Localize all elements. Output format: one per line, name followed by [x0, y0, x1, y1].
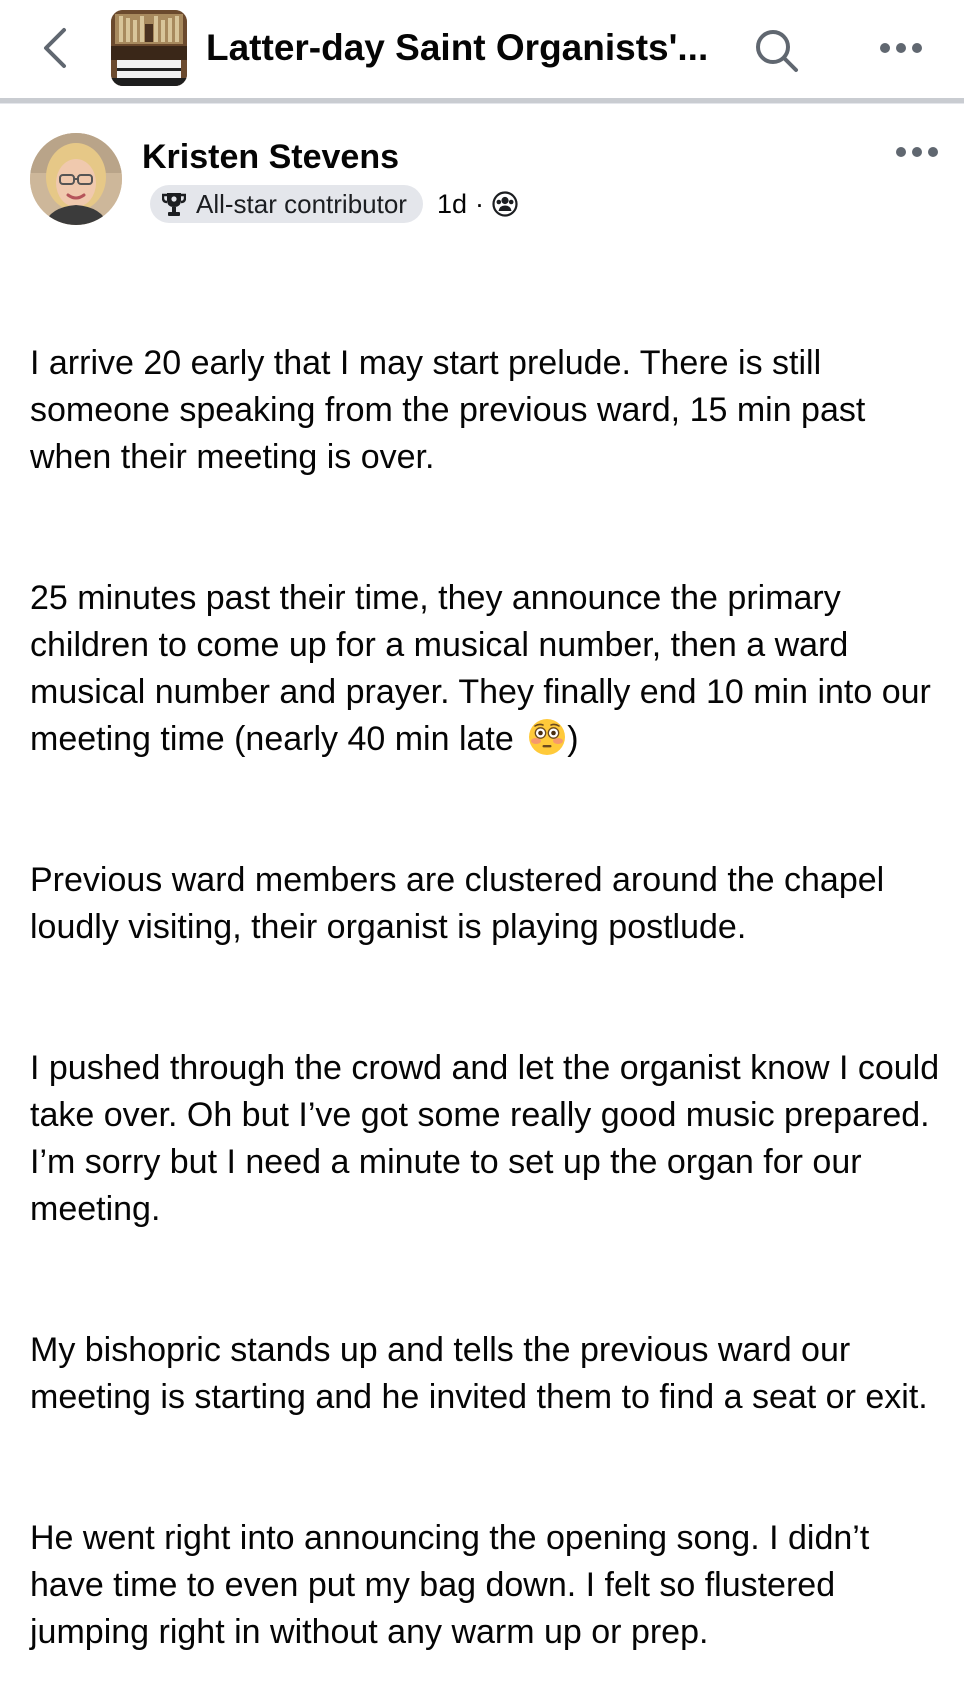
group-privacy-icon[interactable]: [492, 191, 518, 217]
flushed-face-emoji: [527, 717, 567, 757]
post-paragraph: 25 minutes past their time, they announc…: [30, 575, 950, 763]
top-bar: Latter-day Saint Organists'...: [0, 0, 964, 98]
header-divider: [0, 98, 964, 104]
organ-image: [111, 10, 187, 86]
post-paragraph: My bishopric stands up and tells the pre…: [30, 1331, 928, 1416]
avatar[interactable]: [30, 133, 122, 225]
search-icon: [756, 30, 798, 72]
post-paragraph: He went right into announcing the openin…: [30, 1519, 879, 1651]
back-button[interactable]: [30, 20, 80, 76]
post-paragraph-tail: ): [567, 720, 579, 758]
contributor-badge[interactable]: All-star contributor: [150, 185, 423, 223]
author-name[interactable]: Kristen Stevens: [142, 136, 399, 178]
post-paragraph: I pushed through the crowd and let the o…: [30, 1049, 949, 1228]
search-button[interactable]: [748, 22, 804, 78]
more-horizontal-icon: [896, 147, 938, 157]
post-more-button[interactable]: [882, 132, 952, 172]
badge-label: All-star contributor: [196, 188, 407, 219]
group-title[interactable]: Latter-day Saint Organists'...: [206, 24, 716, 72]
group-more-button[interactable]: [866, 28, 936, 68]
post-paragraph: I arrive 20 early that I may start prelu…: [30, 344, 875, 476]
trophy-icon: [162, 191, 186, 217]
post-paragraph: Previous ward members are clustered arou…: [30, 861, 894, 946]
post-body: I arrive 20 early that I may start prelu…: [30, 246, 950, 1703]
meta-separator: ·: [475, 188, 485, 219]
post-timestamp[interactable]: 1d: [437, 189, 467, 220]
profile-photo: [30, 133, 122, 225]
chevron-left-icon: [44, 28, 66, 68]
post-paragraph-text: 25 minutes past their time, they announc…: [30, 579, 941, 758]
post-meta: All-star contributor 1d ·: [150, 185, 518, 223]
more-horizontal-icon: [880, 43, 922, 53]
group-cover-thumbnail[interactable]: [111, 10, 187, 86]
